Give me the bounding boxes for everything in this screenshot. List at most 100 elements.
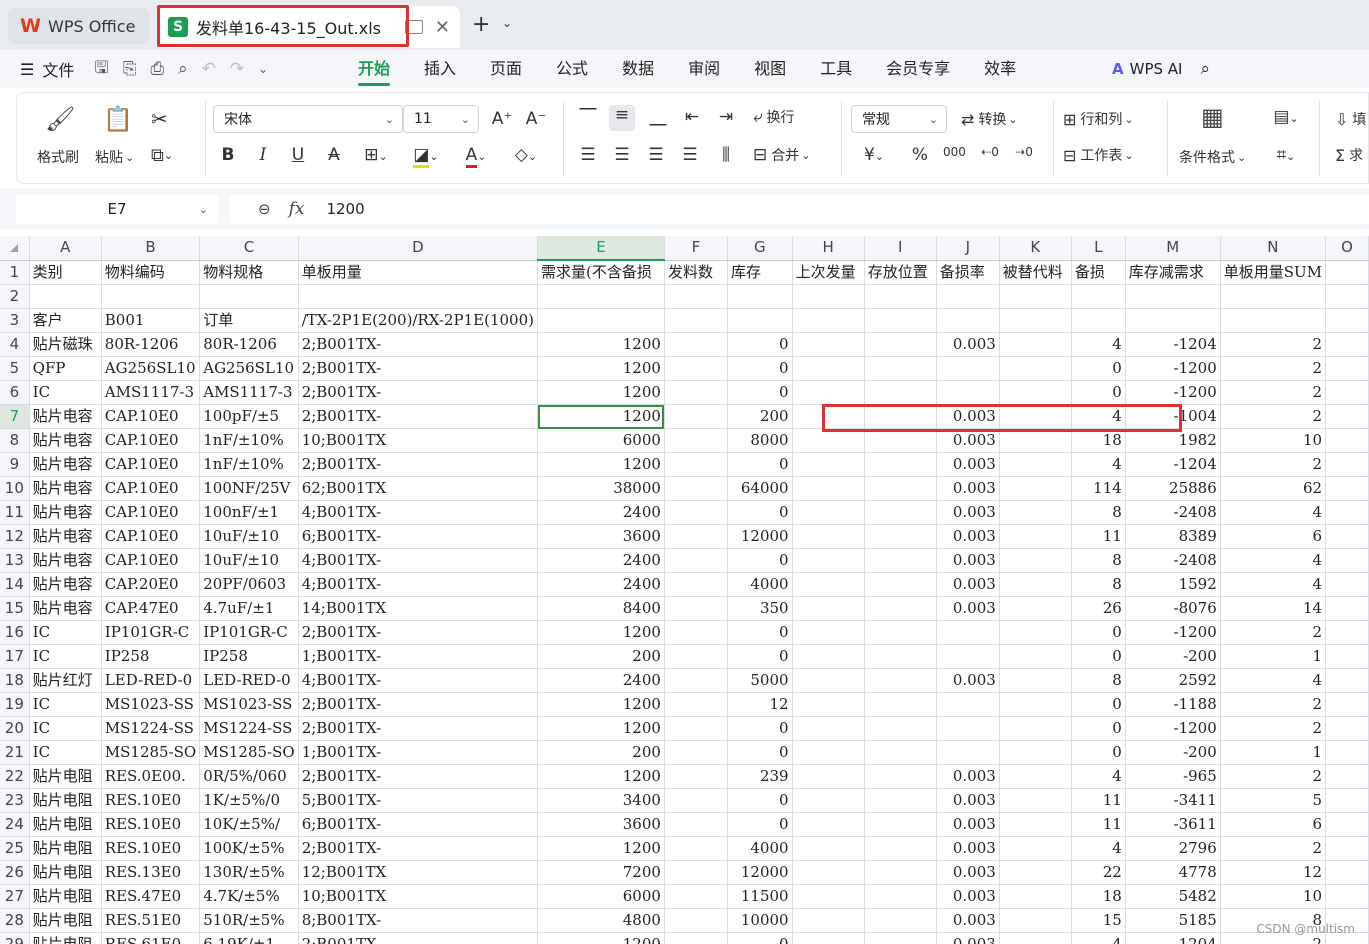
cell-f27[interactable] [664, 884, 728, 909]
cell-n14[interactable]: 4 [1220, 572, 1327, 597]
cell-j17[interactable] [936, 644, 1000, 669]
row-header[interactable]: 19 [0, 692, 30, 717]
cell-n26[interactable]: 12 [1220, 860, 1327, 885]
cell-j27[interactable]: 0.003 [936, 884, 1000, 909]
row-header[interactable]: 27 [0, 884, 30, 909]
cell-m27[interactable]: 5482 [1125, 884, 1221, 909]
row-header[interactable]: 10 [0, 476, 30, 501]
cell-l24[interactable]: 11 [1071, 812, 1126, 837]
row-header[interactable]: 2 [0, 284, 30, 309]
cell-k5[interactable] [999, 356, 1072, 381]
decrease-decimal-icon[interactable]: ⇢0 [1013, 145, 1035, 159]
cell-l18[interactable]: 8 [1071, 668, 1126, 693]
cell-h3[interactable] [792, 308, 865, 333]
cell-c5[interactable]: AG256SL10 [199, 356, 299, 381]
name-box[interactable]: E7 ⌄ [16, 194, 218, 224]
cell-i22[interactable] [864, 764, 937, 789]
cell-d1[interactable]: 单板用量 [298, 260, 539, 285]
cell-i1[interactable]: 存放位置 [864, 260, 937, 285]
cell-n19[interactable]: 2 [1220, 692, 1327, 717]
row-header[interactable]: 14 [0, 572, 30, 597]
cell-n18[interactable]: 4 [1220, 668, 1327, 693]
cell-i17[interactable] [864, 644, 937, 669]
cell-n17[interactable]: 1 [1220, 644, 1327, 669]
cell-l22[interactable]: 4 [1071, 764, 1126, 789]
cell-b17[interactable]: IP258 [101, 644, 201, 669]
column-header-o[interactable]: O [1325, 236, 1369, 261]
cell-g8[interactable]: 8000 [727, 428, 793, 453]
cell-b13[interactable]: CAP.10E0 [101, 548, 201, 573]
cell-g21[interactable]: 0 [727, 740, 793, 765]
cell-e1[interactable]: 需求量(不含备损 [537, 260, 665, 285]
cell-c6[interactable]: AMS1117-3 [199, 380, 299, 405]
cell-j18[interactable]: 0.003 [936, 668, 1000, 693]
cell-l13[interactable]: 8 [1071, 548, 1126, 573]
cell-e12[interactable]: 3600 [537, 524, 665, 549]
print-icon[interactable]: ⎙ [150, 59, 164, 79]
cell-i11[interactable] [864, 500, 937, 525]
align-top-icon[interactable]: ⎺ [577, 107, 599, 127]
cell-h7[interactable] [792, 404, 865, 429]
tab-home[interactable]: 开始 [358, 50, 391, 88]
cell-j13[interactable]: 0.003 [936, 548, 1000, 573]
cell-j12[interactable]: 0.003 [936, 524, 1000, 549]
cell-c10[interactable]: 100NF/25V [199, 476, 299, 501]
cell-g15[interactable]: 350 [727, 596, 793, 621]
cell-g24[interactable]: 0 [727, 812, 793, 837]
cell-b14[interactable]: CAP.20E0 [101, 572, 201, 597]
cell-f15[interactable] [664, 596, 728, 621]
cell-c14[interactable]: 20PF/0603 [199, 572, 299, 597]
cell-b5[interactable]: AG256SL10 [101, 356, 201, 381]
cell-d15[interactable]: 14;B001TX [298, 596, 539, 621]
cell-c28[interactable]: 510R/±5% [199, 908, 299, 933]
increase-indent-icon[interactable]: ⇥ [715, 107, 737, 127]
paste-button[interactable]: 粘贴 ⌄ [95, 147, 134, 167]
cell-i25[interactable] [864, 836, 937, 861]
cell-k15[interactable] [999, 596, 1072, 621]
cell-g2[interactable] [727, 284, 793, 309]
cell-c18[interactable]: LED-RED-0 [199, 668, 299, 693]
cell-l2[interactable] [1071, 284, 1126, 309]
cell-c25[interactable]: 100K/±5% [199, 836, 299, 861]
cell-k29[interactable] [999, 932, 1072, 944]
cell-h12[interactable] [792, 524, 865, 549]
cell-o10[interactable] [1325, 476, 1369, 501]
cell-n9[interactable]: 2 [1220, 452, 1327, 477]
row-header[interactable]: 18 [0, 668, 30, 693]
cell-h8[interactable] [792, 428, 865, 453]
column-header-g[interactable]: G [727, 236, 793, 261]
cell-a19[interactable]: IC [29, 692, 102, 717]
cell-l10[interactable]: 114 [1071, 476, 1126, 501]
document-tab[interactable]: S 发料单16-43-15_Out.xls ✕ [158, 6, 460, 48]
cell-k10[interactable] [999, 476, 1072, 501]
cell-k24[interactable] [999, 812, 1072, 837]
cell-o16[interactable] [1325, 620, 1369, 645]
cell-b8[interactable]: CAP.10E0 [101, 428, 201, 453]
cell-f3[interactable] [664, 308, 728, 333]
cell-b2[interactable] [101, 284, 201, 309]
cell-j4[interactable]: 0.003 [936, 332, 1000, 357]
cell-l8[interactable]: 18 [1071, 428, 1126, 453]
cell-l16[interactable]: 0 [1071, 620, 1126, 645]
cell-g26[interactable]: 12000 [727, 860, 793, 885]
cell-f17[interactable] [664, 644, 728, 669]
cell-m20[interactable]: -1200 [1125, 716, 1221, 741]
font-name-select[interactable]: 宋体 ⌄ [213, 105, 403, 133]
cell-f24[interactable] [664, 812, 728, 837]
cell-e10[interactable]: 38000 [537, 476, 665, 501]
cell-d3[interactable]: /TX-2P1E(200)/RX-2P1E(1000) [298, 308, 539, 333]
cell-o27[interactable] [1325, 884, 1369, 909]
cell-d25[interactable]: 2;B001TX- [298, 836, 539, 861]
cell-b6[interactable]: AMS1117-3 [101, 380, 201, 405]
cell-h22[interactable] [792, 764, 865, 789]
cell-b10[interactable]: CAP.10E0 [101, 476, 201, 501]
row-header[interactable]: 11 [0, 500, 30, 525]
cell-d2[interactable] [298, 284, 539, 309]
cell-k3[interactable] [999, 308, 1072, 333]
cell-a26[interactable]: 贴片电阻 [29, 860, 102, 885]
cell-i4[interactable] [864, 332, 937, 357]
cell-j5[interactable] [936, 356, 1000, 381]
cell-l4[interactable]: 4 [1071, 332, 1126, 357]
cell-j24[interactable]: 0.003 [936, 812, 1000, 837]
cell-g17[interactable]: 0 [727, 644, 793, 669]
